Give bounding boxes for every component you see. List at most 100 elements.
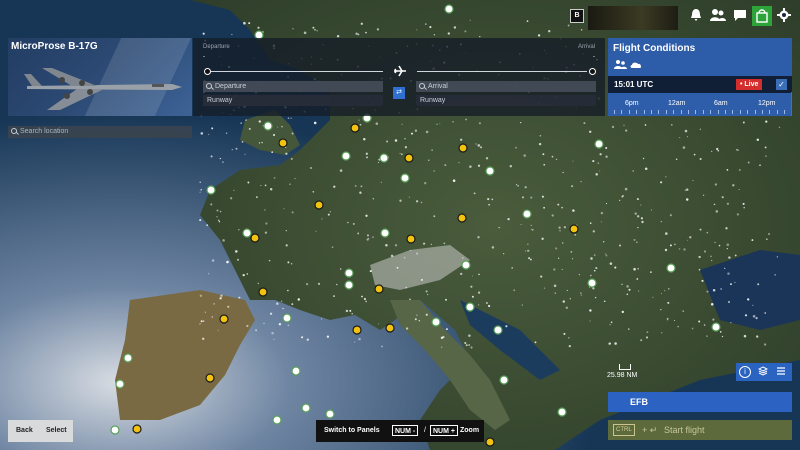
departure-runway-field[interactable]: Runway [203, 95, 383, 106]
airport-marker-dot [374, 284, 384, 294]
airport-marker[interactable] [557, 407, 567, 417]
airport-marker[interactable] [522, 209, 532, 219]
airport-marker[interactable] [352, 325, 362, 335]
city-light [566, 289, 568, 291]
airport-marker[interactable] [263, 121, 273, 131]
city-light [289, 183, 291, 185]
airport-marker[interactable] [219, 314, 229, 324]
city-light [310, 167, 312, 169]
airport-marker[interactable] [272, 415, 282, 425]
select-button[interactable]: Select [46, 427, 67, 434]
airport-marker[interactable] [666, 263, 676, 273]
city-light [665, 232, 668, 235]
city-light [553, 284, 557, 288]
friends-icon[interactable] [710, 8, 726, 24]
city-light [271, 331, 274, 335]
settings-icon[interactable] [776, 8, 792, 24]
airport-marker[interactable] [341, 151, 351, 161]
airport-marker[interactable] [431, 317, 441, 327]
airport-marker[interactable] [465, 302, 475, 312]
airport-marker[interactable] [569, 224, 579, 234]
airport-marker[interactable] [379, 153, 389, 163]
start-flight-button[interactable]: CTRL + ↵ Start flight [608, 420, 792, 440]
airport-marker[interactable] [711, 322, 721, 332]
layers-icon[interactable] [757, 366, 769, 378]
airport-marker[interactable] [385, 323, 395, 333]
city-light [290, 157, 293, 160]
airport-marker[interactable] [400, 173, 410, 183]
efb-button[interactable]: EFB [608, 392, 792, 412]
city-light [580, 180, 582, 183]
filter-icon[interactable] [775, 366, 787, 378]
airport-marker[interactable] [325, 409, 335, 419]
airport-marker[interactable] [587, 278, 597, 288]
airport-marker[interactable] [461, 260, 471, 270]
airport-marker[interactable] [344, 280, 354, 290]
airport-marker[interactable] [499, 375, 509, 385]
aircraft-card[interactable]: MicroProse B-17G [8, 38, 192, 116]
airport-marker[interactable] [110, 425, 120, 435]
swap-button[interactable]: ⇄ [393, 87, 405, 99]
airport-marker[interactable] [282, 313, 292, 323]
chat-icon[interactable] [732, 8, 748, 24]
airport-marker[interactable] [594, 139, 604, 149]
city-light [372, 198, 374, 200]
timeline-hour: 6pm [625, 100, 639, 107]
airport-marker[interactable] [242, 228, 252, 238]
city-light [306, 338, 310, 341]
airport-marker[interactable] [301, 403, 311, 413]
airport-marker[interactable] [485, 437, 495, 447]
airport-marker[interactable] [278, 138, 288, 148]
b-button[interactable]: B [570, 9, 584, 23]
back-button[interactable]: Back [16, 427, 33, 434]
airport-marker[interactable] [406, 234, 416, 244]
airport-marker[interactable] [291, 366, 301, 376]
airport-marker[interactable] [374, 284, 384, 294]
info-icon[interactable]: i [739, 366, 751, 378]
city-light [246, 273, 249, 275]
flight-conditions-header[interactable]: Flight Conditions [608, 38, 792, 76]
city-light [410, 132, 414, 135]
airport-marker[interactable] [344, 268, 354, 278]
timeline-cursor[interactable] [791, 92, 792, 116]
airport-marker[interactable] [205, 373, 215, 383]
airport-marker[interactable] [123, 353, 133, 363]
airport-marker[interactable] [485, 166, 495, 176]
airport-marker[interactable] [380, 228, 390, 238]
city-light [726, 202, 730, 205]
airport-marker[interactable] [206, 185, 216, 195]
arrival-runway-field[interactable]: Runway [416, 95, 596, 106]
airport-marker[interactable] [115, 379, 125, 389]
bell-icon[interactable] [688, 8, 704, 24]
airport-marker[interactable] [132, 424, 142, 434]
marketplace-icon[interactable] [752, 6, 772, 26]
search-location-input[interactable]: Search location [8, 126, 192, 138]
timeline-tick [747, 110, 749, 114]
live-button[interactable]: • Live [736, 79, 763, 90]
time-panel[interactable]: 15:01 UTC • Live ✓ 6pm 12am 6am 12pm [608, 76, 792, 116]
arrival-field[interactable]: Arrival [416, 81, 596, 92]
airport-marker[interactable] [493, 325, 503, 335]
departure-field[interactable]: Departure [203, 81, 383, 92]
airport-marker-dot [485, 166, 495, 176]
city-light [589, 222, 592, 225]
city-light [461, 257, 464, 259]
city-light [321, 218, 323, 220]
zoom-out-key[interactable]: NUM - [392, 425, 419, 436]
city-light [554, 292, 557, 295]
zoom-in-key[interactable]: NUM + [430, 425, 458, 436]
airport-marker[interactable] [458, 143, 468, 153]
airport-marker[interactable] [404, 153, 414, 163]
airport-marker[interactable] [350, 123, 360, 133]
airport-marker[interactable] [457, 213, 467, 223]
city-light [271, 151, 274, 154]
airplane-icon [394, 65, 406, 77]
airport-marker[interactable] [258, 287, 268, 297]
city-light [702, 194, 705, 196]
airport-marker[interactable] [250, 233, 260, 243]
airport-marker[interactable] [444, 4, 454, 14]
live-toggle[interactable]: ✓ [776, 79, 787, 90]
airport-marker[interactable] [314, 200, 324, 210]
city-light [360, 185, 363, 188]
city-light [377, 161, 379, 164]
